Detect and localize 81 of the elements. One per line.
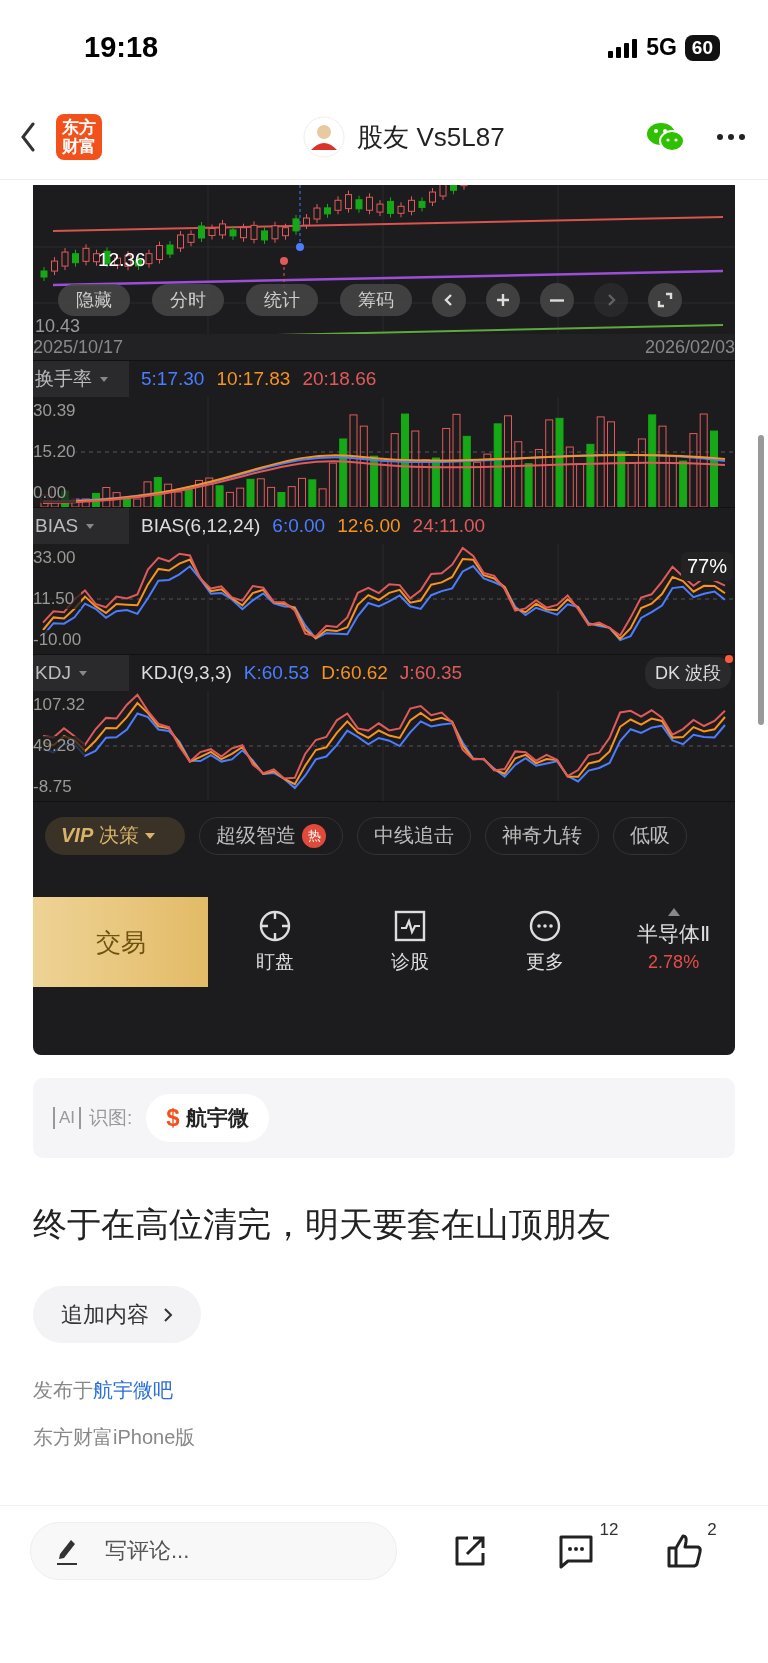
- source-label: 发布于: [33, 1379, 93, 1401]
- indicator-value: D:60.62: [321, 662, 388, 684]
- strategy-chip[interactable]: 神奇九转: [485, 816, 599, 855]
- axis-label: 0.00: [33, 483, 76, 503]
- date-label: 2026/02/03: [644, 336, 735, 358]
- trade-button[interactable]: 交易: [33, 897, 208, 987]
- indicator-tag[interactable]: DK 波段: [645, 657, 731, 689]
- up-triangle-icon: [667, 907, 680, 916]
- sector-button[interactable]: 半导体Ⅱ 2.78%: [612, 911, 735, 973]
- pulse-chart-icon: [393, 909, 428, 943]
- chart-button[interactable]: 分时: [152, 284, 224, 316]
- indicator-formula: KDJ(9,3,3): [141, 662, 232, 684]
- like-count: 2: [707, 1520, 717, 1540]
- signal-icon: [608, 37, 639, 58]
- caret-icon: [86, 523, 95, 529]
- chart-button[interactable]: 统计: [246, 284, 318, 316]
- stock-tag[interactable]: $ 航宇微: [146, 1094, 269, 1142]
- chevron-right-icon: [163, 1306, 173, 1323]
- back-icon[interactable]: [20, 122, 36, 152]
- target-icon: [258, 909, 293, 943]
- indicator-value: J:60.35: [399, 662, 463, 684]
- indicator-name: 换手率: [35, 367, 92, 391]
- forum-link[interactable]: 航宇微吧: [93, 1379, 173, 1401]
- strategy-chip[interactable]: 中线追击: [357, 816, 471, 855]
- more-icon: [527, 909, 562, 943]
- post-text: 终于在高位清完，明天要套在山顶朋友: [33, 1204, 612, 1245]
- sector-name: 半导体Ⅱ: [637, 920, 711, 947]
- indicator-name: BIAS: [35, 515, 79, 537]
- fullscreen-icon: [656, 291, 674, 309]
- more-icon[interactable]: [716, 133, 746, 141]
- avatar-icon: [303, 116, 346, 158]
- strategy-chip[interactable]: 超级智造 热: [199, 816, 343, 855]
- sector-change: 2.78%: [648, 951, 700, 973]
- zoom-out-icon: [550, 298, 564, 302]
- toolbar-button[interactable]: 盯盘: [208, 908, 343, 976]
- date-label: 2025/10/17: [33, 336, 124, 358]
- chart-nav-button[interactable]: [648, 283, 682, 317]
- indicator-selector[interactable]: BIAS: [33, 508, 129, 544]
- user-name: 股友 Vs5L87: [357, 120, 505, 154]
- indicator-value: 24:11.00: [412, 515, 486, 537]
- app-logo[interactable]: 东方财富: [56, 114, 102, 160]
- battery-level: 60: [684, 34, 720, 61]
- toolbar-button[interactable]: 更多: [477, 908, 613, 976]
- indicator-name: KDJ: [35, 662, 71, 684]
- caret-icon: [78, 670, 87, 676]
- vip-chip[interactable]: VIP 决策: [45, 816, 185, 855]
- client-label: 东方财富iPhone版: [33, 1425, 197, 1450]
- chart-button[interactable]: 隐藏: [58, 284, 130, 316]
- axis-label: 49.28: [33, 736, 85, 756]
- caret-icon: [100, 376, 108, 382]
- comment-field[interactable]: 写评论...: [30, 1522, 397, 1580]
- network-label: 5G: [646, 34, 677, 61]
- caret-icon: [145, 832, 156, 839]
- indicator-value: 12:6.00: [337, 515, 401, 537]
- trade-marker: [296, 185, 304, 251]
- indicator-selector[interactable]: KDJ: [33, 655, 129, 691]
- toolbar-button[interactable]: 诊股: [342, 908, 478, 976]
- chart-button[interactable]: 筹码: [340, 284, 412, 316]
- axis-label: 10.43: [35, 316, 81, 337]
- append-content-button[interactable]: 追加内容: [33, 1286, 201, 1343]
- notification-dot: [725, 655, 733, 663]
- hot-badge: 热: [302, 823, 326, 848]
- thumbs-up-icon[interactable]: [665, 1532, 704, 1570]
- percent-bubble: 77%: [680, 552, 733, 581]
- indicator-value: 20:18.66: [302, 368, 377, 390]
- chart-nav-button[interactable]: [486, 283, 520, 317]
- indicator-value: 5:17.30: [141, 368, 205, 390]
- indicator-formula: BIAS(6,12,24): [141, 515, 261, 537]
- indicator-value: K:60.53: [243, 662, 310, 684]
- indicator-value: 10:17.83: [216, 368, 291, 390]
- recognition-label: 识图:: [89, 1106, 133, 1130]
- chart-nav-button[interactable]: [432, 283, 466, 317]
- axis-label: 11.50: [33, 589, 82, 609]
- indicator-selector[interactable]: 换手率: [33, 361, 129, 397]
- scrollbar[interactable]: [758, 435, 764, 725]
- comment-count: 12: [599, 1520, 619, 1540]
- zoom-in-icon: [494, 291, 512, 309]
- strategy-chip[interactable]: 低吸: [613, 816, 687, 855]
- chart-nav-button[interactable]: [540, 283, 574, 317]
- indicator-value: 6:0.00: [272, 515, 326, 537]
- status-time: 19:18: [84, 31, 159, 64]
